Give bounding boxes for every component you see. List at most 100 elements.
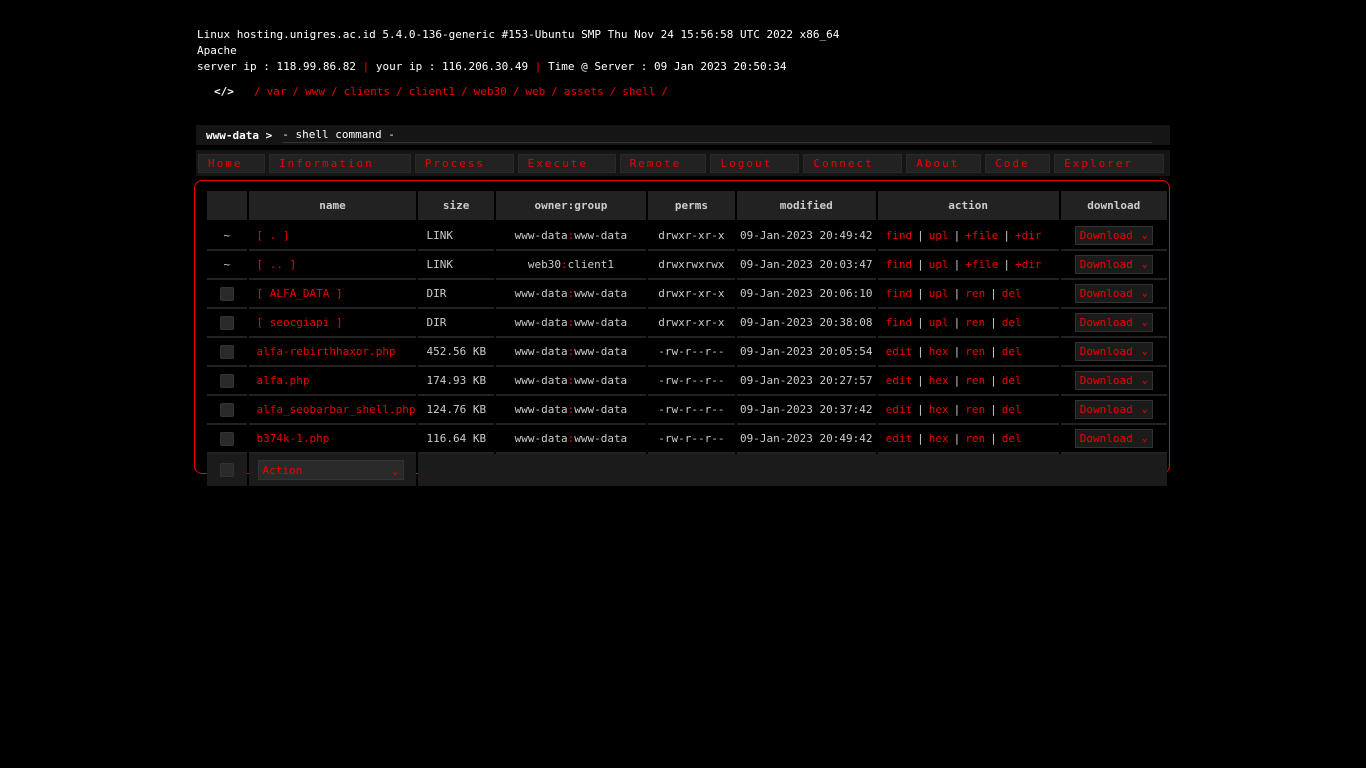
bulk-action-select[interactable]: Action ⌄	[257, 460, 404, 480]
path-segment[interactable]: web30	[474, 85, 507, 98]
menu-information[interactable]: Information	[268, 153, 411, 173]
menu-connect[interactable]: Connect	[803, 153, 903, 173]
action-hex[interactable]: hex	[929, 403, 949, 416]
action-find[interactable]: find	[886, 287, 913, 300]
path-segment[interactable]: web	[525, 85, 545, 98]
menu-execute[interactable]: Execute	[517, 153, 616, 173]
file-perms[interactable]: -rw-r--r--	[647, 425, 735, 454]
action-ren[interactable]: ren	[965, 374, 985, 387]
row-checkbox[interactable]	[219, 286, 234, 301]
action-upl[interactable]: upl	[929, 287, 949, 300]
file-name[interactable]: [ seocgiapi ]	[248, 309, 417, 338]
action-upl[interactable]: upl	[929, 258, 949, 271]
row-checkbox[interactable]	[219, 402, 234, 417]
action-find[interactable]: find	[886, 258, 913, 271]
download-select[interactable]: Download ⌄	[1074, 255, 1153, 274]
select-all-checkbox[interactable]	[219, 463, 234, 477]
menu-process[interactable]: Process	[414, 153, 514, 173]
file-perms[interactable]: drwxr-xr-x	[647, 222, 735, 251]
path-segment[interactable]: var	[267, 85, 287, 98]
action-hex[interactable]: hex	[929, 374, 949, 387]
path-segment[interactable]: clients	[344, 85, 390, 98]
file-modified[interactable]: 09-Jan-2023 20:06:10	[736, 280, 876, 309]
menu-remote[interactable]: Remote	[619, 153, 707, 173]
action-ren[interactable]: ren	[965, 432, 985, 445]
download-select[interactable]: Download ⌄	[1074, 313, 1153, 332]
file-perms[interactable]: drwxrwxrwx	[647, 251, 735, 280]
action-add-file[interactable]: +file	[965, 258, 998, 271]
file-manager-panel: name size owner:group perms modified act…	[194, 180, 1170, 486]
action-edit[interactable]: edit	[886, 345, 913, 358]
download-cell: Download ⌄	[1060, 338, 1167, 367]
action-del[interactable]: del	[1002, 432, 1022, 445]
file-name[interactable]: [ ALFA_DATA ]	[248, 280, 417, 309]
file-name[interactable]: b374k-1.php	[248, 425, 417, 454]
download-select[interactable]: Download ⌄	[1074, 284, 1153, 303]
menu-explorer[interactable]: Explorer	[1054, 153, 1164, 173]
menu-logout[interactable]: Logout	[710, 153, 800, 173]
file-perms[interactable]: -rw-r--r--	[647, 396, 735, 425]
action-del[interactable]: del	[1002, 316, 1022, 329]
file-perms[interactable]: -rw-r--r--	[647, 367, 735, 396]
action-hex[interactable]: hex	[929, 345, 949, 358]
action-ren[interactable]: ren	[965, 316, 985, 329]
path-segment[interactable]: shell	[622, 85, 655, 98]
action-cell: find | upl | +file | +dir	[877, 222, 1059, 251]
action-upl[interactable]: upl	[929, 316, 949, 329]
file-modified[interactable]: 09-Jan-2023 20:37:42	[736, 396, 876, 425]
file-perms[interactable]: -rw-r--r--	[647, 338, 735, 367]
file-perms[interactable]: drwxr-xr-x	[647, 309, 735, 338]
action-upl[interactable]: upl	[929, 229, 949, 242]
action-edit[interactable]: edit	[886, 374, 913, 387]
row-checkbox[interactable]	[219, 315, 234, 330]
download-cell: Download ⌄	[1060, 222, 1167, 251]
download-select[interactable]: Download ⌄	[1074, 400, 1153, 419]
action-hex[interactable]: hex	[929, 432, 949, 445]
file-name[interactable]: alfa-rebirthhaxor.php	[248, 338, 417, 367]
action-edit[interactable]: edit	[886, 403, 913, 416]
action-del[interactable]: del	[1002, 345, 1022, 358]
action-find[interactable]: find	[886, 316, 913, 329]
path-segment[interactable]: client1	[409, 85, 455, 98]
file-name[interactable]: [ . ]	[248, 222, 417, 251]
action-add-dir[interactable]: +dir	[1015, 229, 1042, 242]
action-add-dir[interactable]: +dir	[1015, 258, 1042, 271]
row-checkbox[interactable]	[219, 344, 234, 359]
download-select[interactable]: Download ⌄	[1074, 226, 1153, 245]
action-del[interactable]: del	[1002, 403, 1022, 416]
action-ren[interactable]: ren	[965, 287, 985, 300]
file-modified[interactable]: 09-Jan-2023 20:05:54	[736, 338, 876, 367]
file-name[interactable]: alfa.php	[248, 367, 417, 396]
row-checkbox[interactable]	[219, 431, 234, 446]
menu-code[interactable]: Code	[985, 153, 1051, 173]
bulk-action-cell: Action ⌄	[248, 454, 417, 486]
uname-text: Linux hosting.unigres.ac.id 5.4.0-136-ge…	[197, 28, 840, 41]
file-modified[interactable]: 09-Jan-2023 20:38:08	[736, 309, 876, 338]
download-select[interactable]: Download ⌄	[1074, 371, 1153, 390]
owner: www-data	[514, 432, 568, 445]
row-checkbox[interactable]	[219, 373, 234, 388]
download-select[interactable]: Download ⌄	[1074, 429, 1153, 448]
action-del[interactable]: del	[1002, 374, 1022, 387]
action-ren[interactable]: ren	[965, 403, 985, 416]
action-edit[interactable]: edit	[886, 432, 913, 445]
download-select[interactable]: Download ⌄	[1074, 342, 1153, 361]
menu-about[interactable]: About	[906, 153, 982, 173]
action-find[interactable]: find	[886, 229, 913, 242]
path-segment[interactable]: assets	[564, 85, 604, 98]
file-perms[interactable]: drwxr-xr-x	[647, 280, 735, 309]
file-modified[interactable]: 09-Jan-2023 20:49:42	[736, 425, 876, 454]
file-name[interactable]: alfa_seobarbar_shell.php	[248, 396, 417, 425]
action-separator: |	[990, 432, 997, 445]
menu-home[interactable]: Home	[198, 153, 265, 173]
file-name[interactable]: [ .. ]	[248, 251, 417, 280]
action-add-file[interactable]: +file	[965, 229, 998, 242]
action-del[interactable]: del	[1002, 287, 1022, 300]
code-icon[interactable]: </>	[214, 85, 254, 98]
file-modified[interactable]: 09-Jan-2023 20:27:57	[736, 367, 876, 396]
file-modified[interactable]: 09-Jan-2023 20:49:42	[736, 222, 876, 251]
file-modified[interactable]: 09-Jan-2023 20:03:47	[736, 251, 876, 280]
action-ren[interactable]: ren	[965, 345, 985, 358]
shell-command-input[interactable]: - shell command -	[282, 128, 1153, 143]
path-segment[interactable]: www	[305, 85, 325, 98]
